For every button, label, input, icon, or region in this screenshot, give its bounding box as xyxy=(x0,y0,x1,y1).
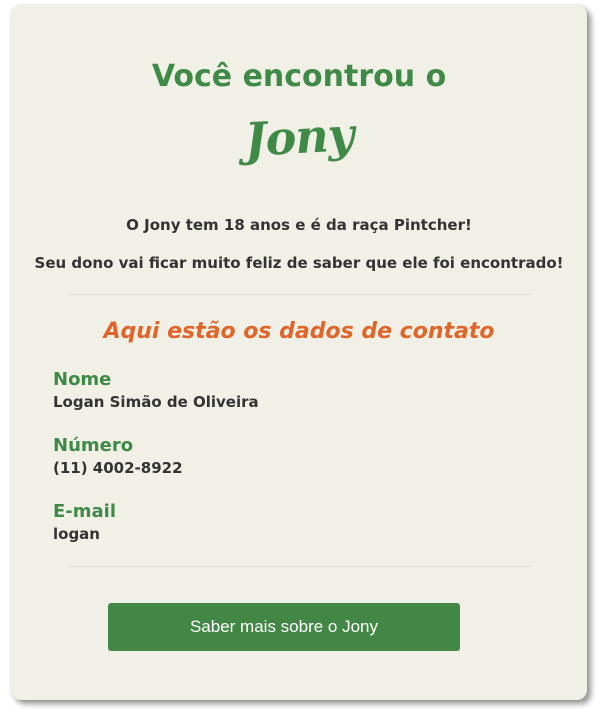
contact-field-phone: Número (11) 4002-8922 xyxy=(53,434,533,478)
owner-message-text: Seu dono vai ficar muito feliz de saber … xyxy=(34,254,564,272)
contact-field-name: Nome Logan Simão de Oliveira xyxy=(53,368,533,412)
contact-section-title: Aqui estão os dados de contato xyxy=(103,319,495,344)
page-title: Você encontrou o xyxy=(151,59,447,94)
contact-phone-value: (11) 4002-8922 xyxy=(53,459,183,477)
contact-phone-label: Número xyxy=(53,435,134,456)
contact-field-email: E-mail logan xyxy=(53,500,533,544)
contact-name-label: Nome xyxy=(53,369,112,390)
pet-name-heading: Jony xyxy=(243,107,355,167)
divider-top xyxy=(68,294,531,295)
contact-email-label: E-mail xyxy=(53,501,117,522)
found-pet-card: Você encontrou o Jony O Jony tem 18 anos… xyxy=(11,5,587,700)
pet-age-breed-text: O Jony tem 18 anos e é da raça Pintcher! xyxy=(126,216,472,234)
contact-name-value: Logan Simão de Oliveira xyxy=(53,393,259,411)
contact-email-value: logan xyxy=(53,525,100,543)
learn-more-button[interactable]: Saber mais sobre o Jony xyxy=(108,603,460,651)
divider-bottom xyxy=(68,566,531,567)
